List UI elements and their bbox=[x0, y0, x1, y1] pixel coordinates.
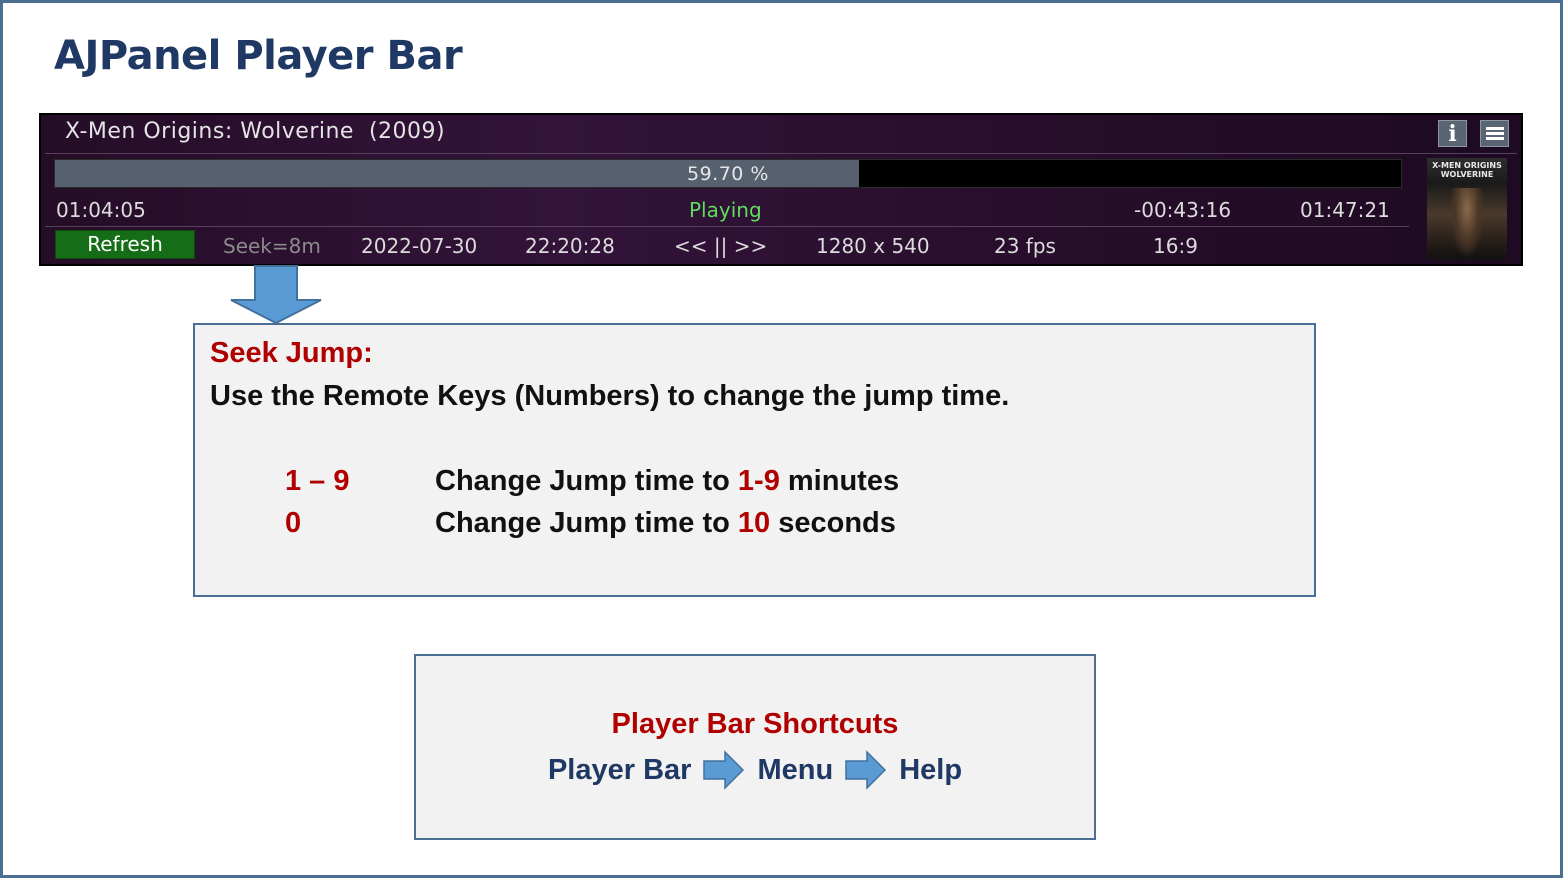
divider bbox=[45, 153, 1517, 154]
progress-bar[interactable]: 59.70 % bbox=[54, 159, 1402, 188]
key-description-prefix: Change Jump time to bbox=[435, 465, 738, 497]
shortcuts-box: Player Bar Shortcuts Player Bar Menu Hel… bbox=[414, 654, 1096, 840]
clock-value: 22:20:28 bbox=[525, 234, 615, 258]
poster-figure bbox=[1449, 188, 1485, 258]
player-bar: X-Men Origins: Wolverine (2009) i 59.70 … bbox=[39, 113, 1523, 266]
key-description-value: 10 bbox=[737, 507, 771, 539]
path-step-player-bar: Player Bar bbox=[547, 753, 692, 786]
playback-status: Playing bbox=[689, 198, 762, 222]
hamburger-icon bbox=[1485, 125, 1504, 142]
key-description: Change Jump time to 1-9 minutes bbox=[435, 465, 899, 498]
progress-label: 59.70 % bbox=[687, 163, 769, 185]
poster-logo: X-MEN ORIGINS WOLVERINE bbox=[1432, 161, 1502, 179]
remaining-time: -00:43:16 bbox=[1134, 198, 1232, 222]
callout-heading: Seek Jump: bbox=[210, 337, 373, 369]
right-arrow-icon bbox=[703, 750, 745, 790]
total-time: 01:47:21 bbox=[1300, 198, 1390, 222]
seek-value[interactable]: Seek=8m bbox=[223, 234, 321, 258]
callout-description: Use the Remote Keys (Numbers) to change … bbox=[210, 380, 1010, 412]
aspect-ratio-value: 16:9 bbox=[1153, 234, 1198, 258]
resolution-value: 1280 x 540 bbox=[816, 234, 930, 258]
fps-value: 23 fps bbox=[994, 234, 1056, 258]
menu-icon[interactable] bbox=[1480, 120, 1509, 147]
key-description-value: 1-9 bbox=[737, 465, 780, 497]
elapsed-time: 01:04:05 bbox=[56, 198, 146, 222]
shortcut-path: Player Bar Menu Help bbox=[416, 750, 1094, 790]
movie-poster: X-MEN ORIGINS WOLVERINE bbox=[1427, 158, 1507, 260]
down-arrow-icon bbox=[230, 265, 322, 325]
media-title: X-Men Origins: Wolverine (2009) bbox=[65, 119, 446, 144]
path-step-help: Help bbox=[899, 753, 963, 786]
key-label: 0 bbox=[285, 507, 302, 539]
refresh-button[interactable]: Refresh bbox=[55, 230, 195, 259]
right-arrow-icon bbox=[845, 750, 887, 790]
shortcuts-heading: Player Bar Shortcuts bbox=[611, 708, 899, 740]
key-description-suffix: minutes bbox=[779, 465, 900, 497]
path-step-menu: Menu bbox=[757, 753, 834, 786]
divider bbox=[45, 226, 1409, 227]
info-icon[interactable]: i bbox=[1438, 120, 1467, 147]
playback-controls[interactable]: << || >> bbox=[674, 234, 767, 258]
key-description-prefix: Change Jump time to bbox=[435, 507, 738, 539]
key-description-suffix: seconds bbox=[770, 507, 896, 539]
key-description: Change Jump time to 10 seconds bbox=[435, 507, 896, 540]
date-value: 2022-07-30 bbox=[361, 234, 478, 258]
key-label: 1 – 9 bbox=[285, 465, 350, 497]
seek-jump-callout: Seek Jump: Use the Remote Keys (Numbers)… bbox=[193, 323, 1316, 597]
page-title: AJPanel Player Bar bbox=[54, 33, 463, 79]
